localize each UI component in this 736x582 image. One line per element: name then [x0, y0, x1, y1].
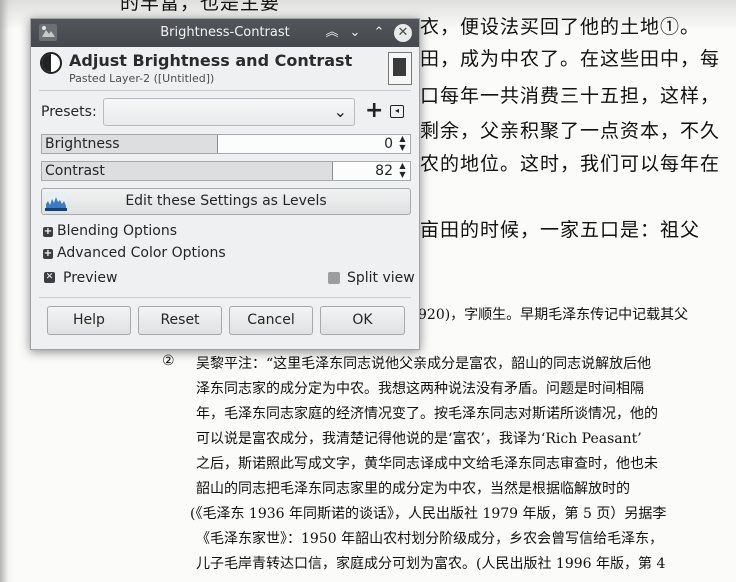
doc-line-4: 剩余，父亲积聚了一点资本，不久 — [420, 120, 721, 142]
brightness-contrast-icon — [40, 52, 62, 74]
footnote-2-line: 儿子毛岸青转达口信，家庭成分可划为富农。(人民出版社 1996 年版，第 4 — [196, 556, 666, 572]
dialog-header-title: Adjust Brightness and Contrast — [69, 51, 353, 70]
doc-line-5: 农的地位。这时，我们可以每年在 — [420, 153, 721, 175]
dialog-header-subtitle: Pasted Layer-2 ([Untitled]) — [69, 72, 215, 85]
footnote-2-line: (《毛泽东 1936 年同斯诺的谈话》，人民出版社 1979 年版，第 5 页）… — [190, 506, 667, 522]
chevron-down-icon: ⌄ — [333, 102, 347, 121]
contrast-spin-icon[interactable]: ▲ ▼ — [396, 162, 409, 180]
cancel-button[interactable]: Cancel — [229, 306, 313, 335]
presets-label: Presets: — [41, 104, 97, 120]
reset-button[interactable]: Reset — [138, 306, 222, 335]
footnote-2-marker: ② — [162, 353, 175, 369]
expand-icon: + — [43, 248, 53, 259]
blending-options-label: Blending Options — [57, 223, 177, 239]
footnote-2-line: 年，毛泽东同志家庭的经济情况变了。按毛泽东同志对斯诺所谈情况，他的 — [196, 406, 658, 422]
advanced-color-options-expander[interactable]: + Advanced Color Options — [43, 245, 226, 261]
brightness-contrast-dialog: Brightness-Contrast ︽ ⌄ ⌃ ✕ Adjust Brigh… — [30, 18, 420, 350]
doc-line-3: 口每年一共消费三十五担，这样， — [420, 85, 721, 107]
ok-button[interactable]: OK — [320, 306, 405, 335]
preset-menu-icon[interactable]: ◂ — [390, 105, 404, 118]
add-preset-button[interactable]: + — [365, 98, 383, 124]
preview-label[interactable]: Preview — [63, 270, 118, 286]
brightness-slider[interactable]: Brightness 0 ▲ ▼ — [41, 134, 411, 154]
help-button[interactable]: Help — [47, 306, 131, 335]
contrast-label: Contrast — [45, 163, 105, 179]
layer-thumbnail — [388, 52, 412, 85]
doc-top-fragment: 的丰富，也是主要 — [120, 0, 281, 14]
presets-combo[interactable]: ⌄ — [103, 98, 355, 126]
keep-above-icon[interactable]: ︽ — [322, 23, 342, 43]
minimize-icon[interactable]: ⌄ — [345, 23, 365, 43]
footnote-2-line: 之后，斯诺照此写成文字，黄华同志译成中文给毛泽东同志审查时，他也未 — [196, 456, 658, 472]
expand-icon: + — [43, 226, 53, 237]
doc-line-1: 衣，便设法买回了他的土地①。 — [420, 16, 701, 38]
buttons-separator — [39, 297, 411, 298]
advanced-color-options-label: Advanced Color Options — [57, 245, 226, 261]
brightness-value[interactable]: 0 — [384, 136, 393, 153]
split-view-checkbox[interactable] — [328, 272, 340, 284]
preview-checkbox[interactable]: ✕ — [44, 272, 55, 283]
edit-as-levels-button[interactable]: Edit these Settings as Levels — [41, 188, 411, 215]
brightness-label: Brightness — [45, 136, 120, 152]
header-separator — [39, 90, 411, 91]
doc-line-6: 亩田的时候，一家五口是：祖父 — [420, 219, 701, 241]
footnote-2-line: 可以说是富农成分，我清楚记得他说的是‘富农’，我译为‘Rich Peasant’ — [196, 431, 642, 447]
footnote-1-fragment: 920)，字顺生。早期毛泽东传记中记载其父 — [418, 307, 689, 323]
footnote-2-line: 韶山的同志把毛泽东同志家里的成分定为中农，当然是根据临解放时的 — [196, 481, 630, 497]
brightness-spin-icon[interactable]: ▲ ▼ — [396, 135, 409, 153]
contrast-value[interactable]: 82 — [375, 163, 393, 180]
maximize-icon[interactable]: ⌃ — [369, 23, 389, 43]
close-icon[interactable]: ✕ — [394, 24, 412, 42]
blending-options-expander[interactable]: + Blending Options — [43, 223, 177, 239]
footnote-2-line: 《毛泽东家世》：1950 年韶山农村划分阶级成分，乡农会曾写信给毛泽东， — [196, 531, 664, 547]
scan-edge-shadow — [0, 0, 14, 582]
edit-as-levels-label: Edit these Settings as Levels — [125, 193, 327, 209]
contrast-slider[interactable]: Contrast 82 ▲ ▼ — [41, 161, 411, 181]
dialog-titlebar[interactable]: Brightness-Contrast ︽ ⌄ ⌃ ✕ — [31, 19, 419, 47]
doc-line-2: 田，成为中农了。在这些田中，每 — [420, 48, 721, 70]
footnote-2-line: 吴黎平注：“这里毛泽东同志说他父亲成分是富农，韶山的同志说解放后他 — [196, 356, 652, 372]
footnote-2-line: 泽东同志家的成分定为中农。我想这两种说法没有矛盾。问题是时间相隔 — [196, 381, 644, 397]
split-view-label[interactable]: Split view — [347, 270, 415, 286]
